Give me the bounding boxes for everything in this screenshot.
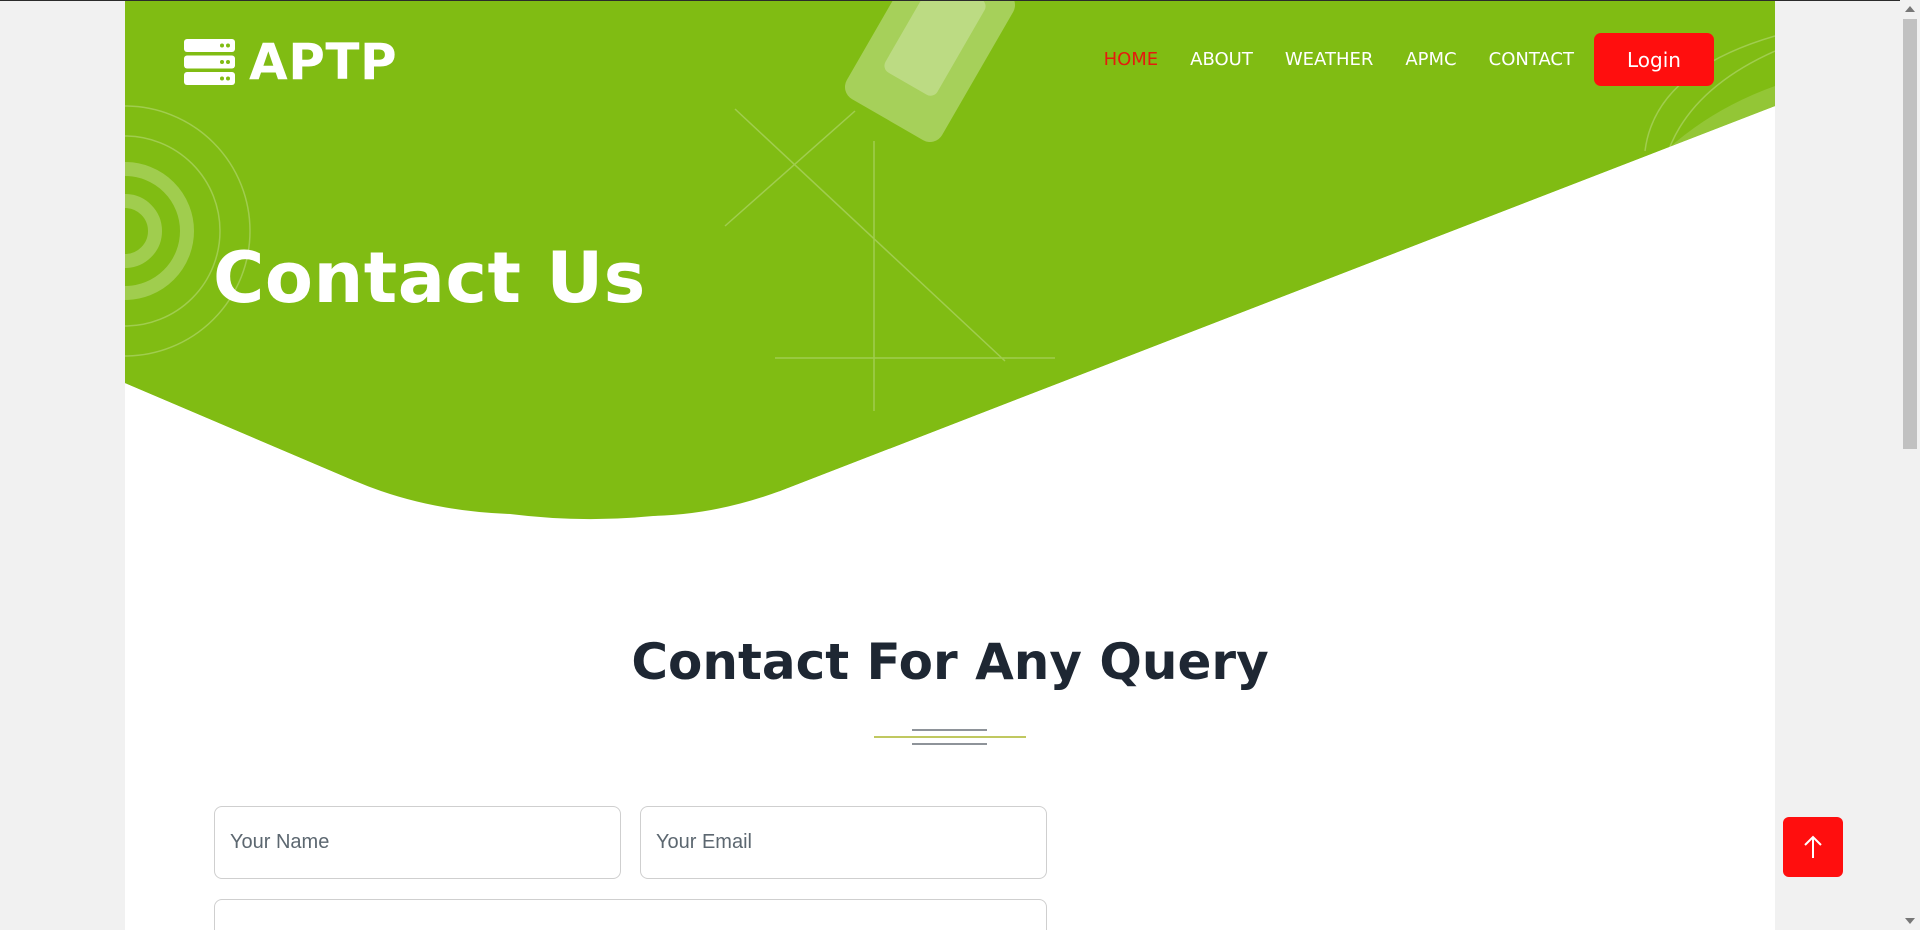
nav-apmc[interactable]: APMC <box>1405 34 1456 86</box>
brand-name: APTP <box>249 33 398 91</box>
nav-home[interactable]: HOME <box>1104 34 1159 86</box>
scroll-down-arrow[interactable] <box>1905 918 1915 924</box>
scroll-thumb[interactable] <box>1903 19 1917 449</box>
email-input[interactable] <box>640 806 1047 879</box>
scroll-up-arrow[interactable] <box>1905 6 1915 12</box>
brand-logo[interactable]: APTP <box>184 33 397 91</box>
main-navigation: HOME ABOUT WEATHER APMC CONTACT Login <box>1104 33 1714 86</box>
nav-about[interactable]: ABOUT <box>1190 34 1253 86</box>
section-heading: Contact For Any Query <box>631 633 1269 691</box>
server-stack-icon <box>184 39 235 85</box>
login-button[interactable]: Login <box>1594 33 1714 86</box>
page-title: Contact Us <box>213 237 646 319</box>
nav-weather[interactable]: WEATHER <box>1285 34 1374 86</box>
nav-contact[interactable]: CONTACT <box>1489 34 1574 86</box>
arrow-up-icon <box>1804 835 1822 858</box>
heading-divider <box>874 729 1026 745</box>
page-container: APTP HOME ABOUT WEATHER APMC CONTACT Log… <box>125 1 1775 930</box>
back-to-top-button[interactable] <box>1783 817 1843 877</box>
name-input[interactable] <box>214 806 621 879</box>
subject-input[interactable] <box>214 899 1047 930</box>
vertical-scrollbar[interactable] <box>1900 0 1920 930</box>
